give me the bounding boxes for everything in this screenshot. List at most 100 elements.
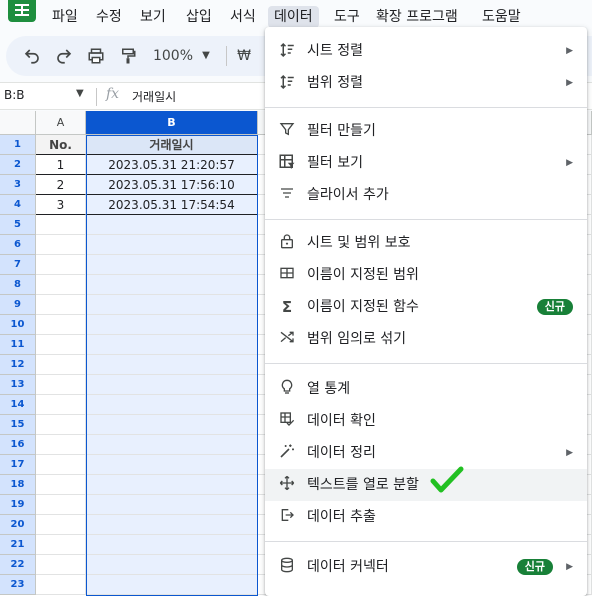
paint-format-icon[interactable]	[116, 44, 140, 68]
sheets-logo-icon[interactable]	[8, 0, 36, 22]
cell[interactable]	[86, 455, 258, 475]
cell[interactable]	[36, 495, 86, 515]
cell[interactable]	[86, 235, 258, 255]
print-icon[interactable]	[84, 44, 108, 68]
row-header[interactable]: 12	[0, 355, 36, 375]
row-header[interactable]: 3	[0, 175, 36, 195]
row-header[interactable]: 1	[0, 135, 36, 155]
row-header[interactable]: 17	[0, 455, 36, 475]
name-box[interactable]: B:B	[4, 88, 25, 102]
cell[interactable]	[86, 215, 258, 235]
menu-item-data-extraction[interactable]: 데이터 추출	[265, 501, 587, 533]
cell[interactable]: 2	[36, 175, 86, 195]
cell[interactable]	[36, 435, 86, 455]
cell[interactable]	[86, 555, 258, 575]
row-header[interactable]: 22	[0, 555, 36, 575]
row-header[interactable]: 16	[0, 435, 36, 455]
cell[interactable]	[86, 355, 258, 375]
currency-format-button[interactable]: ₩	[234, 44, 254, 68]
menu-item-create-filter[interactable]: 필터 만들기	[265, 115, 587, 147]
menu-item-data-cleanup[interactable]: 데이터 정리 ▶	[265, 437, 587, 469]
menu-item-split-text-to-columns[interactable]: 텍스트를 열로 분할	[265, 466, 587, 501]
cell[interactable]	[86, 575, 258, 595]
row-header[interactable]: 7	[0, 255, 36, 275]
cell[interactable]	[36, 555, 86, 575]
cell[interactable]	[36, 275, 86, 295]
undo-icon[interactable]	[20, 44, 44, 68]
menu-item-named-ranges[interactable]: 이름이 지정된 범위	[265, 259, 587, 291]
menu-item-randomize-range[interactable]: 범위 임의로 섞기	[265, 323, 587, 355]
menu-item-sort-range[interactable]: 범위 정렬 ▶	[265, 67, 587, 99]
row-header[interactable]: 21	[0, 535, 36, 555]
cell[interactable]: 2023.05.31 17:56:10	[86, 175, 258, 195]
menu-edit[interactable]: 수정	[90, 6, 128, 28]
header-cell[interactable]: No.	[36, 135, 86, 155]
cell[interactable]	[86, 435, 258, 455]
cell[interactable]	[86, 255, 258, 275]
row-header[interactable]: 8	[0, 275, 36, 295]
row-header[interactable]: 11	[0, 335, 36, 355]
header-cell[interactable]: 거래일시	[86, 135, 258, 155]
cell[interactable]: 3	[36, 195, 86, 215]
menu-data[interactable]: 데이터	[268, 6, 319, 28]
menu-format[interactable]: 서식	[224, 6, 262, 28]
cell[interactable]	[36, 335, 86, 355]
menu-item-named-functions[interactable]: Σ 이름이 지정된 함수 신규	[265, 291, 587, 323]
cell[interactable]	[86, 395, 258, 415]
row-header[interactable]: 13	[0, 375, 36, 395]
zoom-select[interactable]: 100%	[150, 44, 196, 68]
zoom-caret-icon[interactable]: ▼	[198, 44, 214, 68]
menu-file[interactable]: 파일	[46, 6, 84, 28]
cell[interactable]: 2023.05.31 21:20:57	[86, 155, 258, 175]
cell[interactable]	[36, 375, 86, 395]
menu-item-filter-views[interactable]: 필터 보기 ▶	[265, 147, 587, 179]
formula-input[interactable]: 거래일시	[132, 88, 176, 105]
menu-item-add-slicer[interactable]: 슬라이서 추가	[265, 179, 587, 211]
select-all-corner[interactable]	[0, 111, 36, 135]
redo-icon[interactable]	[52, 44, 76, 68]
row-header[interactable]: 20	[0, 515, 36, 535]
row-header[interactable]: 23	[0, 575, 36, 595]
cell[interactable]	[86, 535, 258, 555]
row-header[interactable]: 2	[0, 155, 36, 175]
cell[interactable]	[86, 375, 258, 395]
cell[interactable]	[36, 455, 86, 475]
cell[interactable]	[36, 295, 86, 315]
row-header[interactable]: 15	[0, 415, 36, 435]
name-box-caret-icon[interactable]: ▼	[76, 88, 84, 99]
cell[interactable]	[36, 395, 86, 415]
row-header[interactable]: 14	[0, 395, 36, 415]
cell[interactable]: 1	[36, 155, 86, 175]
cell[interactable]	[86, 495, 258, 515]
menu-item-sort-sheet[interactable]: 시트 정렬 ▶	[265, 35, 587, 67]
menu-view[interactable]: 보기	[134, 6, 172, 28]
row-header[interactable]: 4	[0, 195, 36, 215]
menu-item-data-validation[interactable]: 데이터 확인	[265, 405, 587, 437]
cell[interactable]	[86, 275, 258, 295]
cell[interactable]	[86, 475, 258, 495]
menu-tools[interactable]: 도구	[328, 6, 366, 28]
row-header[interactable]: 6	[0, 235, 36, 255]
row-header[interactable]: 5	[0, 215, 36, 235]
row-header[interactable]: 19	[0, 495, 36, 515]
cell[interactable]	[36, 575, 86, 595]
cell[interactable]: 2023.05.31 17:54:54	[86, 195, 258, 215]
row-header[interactable]: 9	[0, 295, 36, 315]
menu-help[interactable]: 도움말	[476, 6, 527, 28]
cell[interactable]	[86, 515, 258, 535]
menu-item-column-stats[interactable]: 열 통계	[265, 373, 587, 405]
cell[interactable]	[36, 475, 86, 495]
row-header[interactable]: 10	[0, 315, 36, 335]
cell[interactable]	[86, 415, 258, 435]
row-header[interactable]: 18	[0, 475, 36, 495]
cell[interactable]	[36, 515, 86, 535]
column-header-b[interactable]: B	[86, 111, 258, 135]
column-header-a[interactable]: A	[36, 111, 86, 135]
menu-insert[interactable]: 삽입	[180, 6, 218, 28]
cell[interactable]	[36, 535, 86, 555]
cell[interactable]	[36, 415, 86, 435]
cell[interactable]	[86, 295, 258, 315]
cell[interactable]	[36, 235, 86, 255]
cell[interactable]	[36, 315, 86, 335]
menu-item-data-connectors[interactable]: 데이터 커넥터 신규 ▶	[265, 551, 587, 583]
